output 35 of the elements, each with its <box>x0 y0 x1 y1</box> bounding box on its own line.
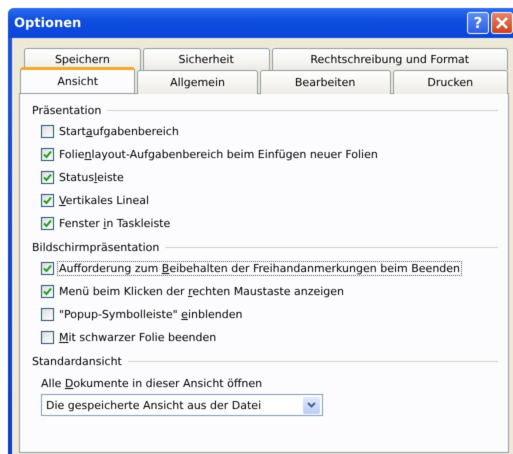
checkbox[interactable] <box>41 194 54 207</box>
option-label[interactable]: "Popup-Symbolleiste" einblenden <box>57 307 244 322</box>
tab[interactable]: Rechtschreibung und Format <box>272 48 508 70</box>
window-title: Optionen <box>14 16 82 30</box>
option-label[interactable]: Fenster in Taskleiste <box>57 216 172 231</box>
option-label[interactable]: Startaufgabenbereich <box>57 124 181 139</box>
option-label[interactable]: Menü beim Klicken der rechten Maustaste anzeigen <box>57 284 346 299</box>
checkbox[interactable] <box>41 217 54 230</box>
tab[interactable]: Sicherheit <box>142 48 270 70</box>
checkbox[interactable] <box>41 285 54 298</box>
help-button[interactable]: ? <box>467 12 489 34</box>
option-label[interactable]: Vertikales Lineal <box>57 193 152 208</box>
group-heading: Präsentation <box>32 104 102 116</box>
checkbox[interactable] <box>41 262 54 275</box>
chevron-down-icon <box>307 402 316 408</box>
dropdown-arrow-button[interactable] <box>303 396 320 414</box>
tab[interactable]: Drucken <box>392 70 508 94</box>
option-label[interactable]: Folienlayout-Aufgabenbereich beim Einfügen neuer Folien <box>57 147 380 162</box>
option-label[interactable]: Mit schwarzer Folie beenden <box>57 330 218 345</box>
tab[interactable]: Ansicht <box>20 67 136 93</box>
close-icon <box>495 16 509 30</box>
view-dropdown[interactable]: Die gespeicherte Ansicht aus der Datei <box>41 394 323 416</box>
tab[interactable]: Allgemein <box>137 70 258 94</box>
checkbox[interactable] <box>41 125 54 138</box>
group-heading: Standardansicht <box>32 354 122 368</box>
checkbox[interactable] <box>41 148 54 161</box>
checkbox[interactable] <box>41 308 54 321</box>
checkbox[interactable] <box>41 331 54 344</box>
checkbox[interactable] <box>41 171 54 184</box>
close-button[interactable] <box>491 12 513 34</box>
group-heading: Bildschirmpräsentation <box>32 240 160 254</box>
dropdown-label: Alle Dokumente in dieser Ansicht öffnen <box>40 376 264 392</box>
option-label[interactable]: Statusleiste <box>57 170 126 185</box>
tab[interactable]: Bearbeiten <box>260 70 391 94</box>
option-label[interactable]: Aufforderung zum Beibehalten der Freihandanmerkungen beim Beenden <box>57 261 462 276</box>
